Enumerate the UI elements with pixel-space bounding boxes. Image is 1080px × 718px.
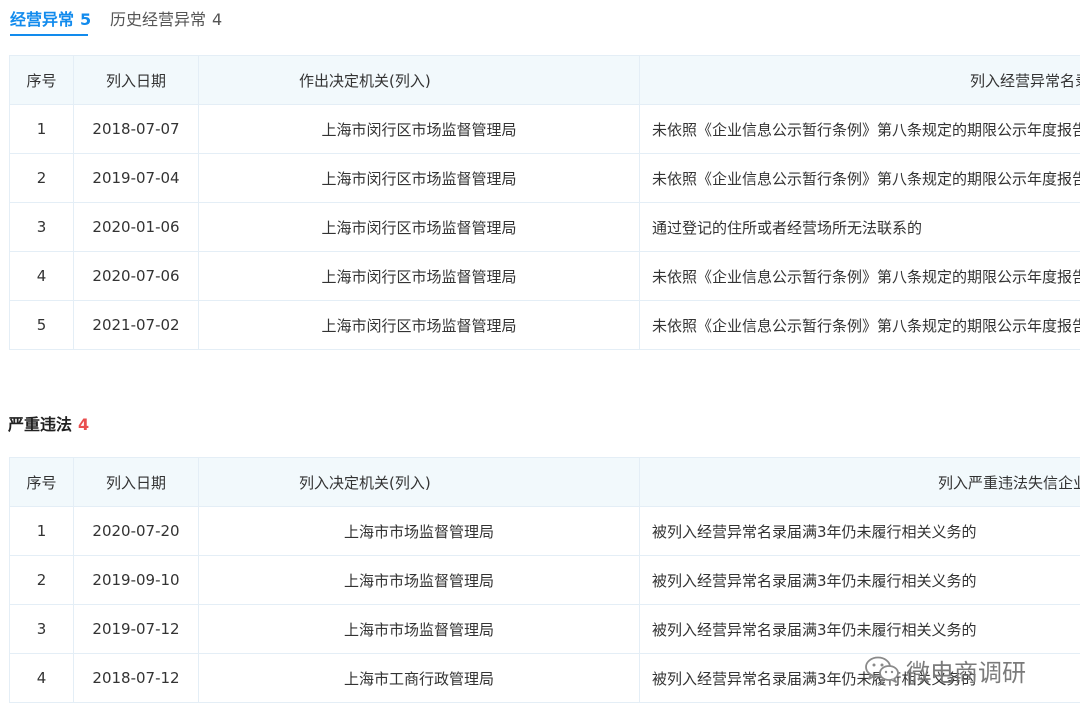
tab-count: 4 bbox=[212, 10, 223, 29]
cell-reason: 未依照《企业信息公示暂行条例》第八条规定的期限公示年度报告的 bbox=[639, 300, 1080, 350]
cell-date: 2020-01-06 bbox=[73, 202, 199, 252]
table-row: 1 2020-07-20 上海市市场监督管理局 被列入经营异常名录届满3年仍未履行相关… bbox=[9, 506, 1080, 556]
cell-index: 5 bbox=[9, 300, 74, 350]
cell-reason: 被列入经营异常名录届满3年仍未履行相关义务的 bbox=[639, 506, 1080, 556]
cell-date: 2018-07-12 bbox=[73, 653, 199, 703]
cell-authority: 上海市闵行区市场监督管理局 bbox=[198, 202, 640, 252]
active-tab-indicator bbox=[10, 34, 88, 36]
watermark: 微电商调研 bbox=[864, 652, 1026, 688]
tab-history-business-abnormal[interactable]: 历史经营异常 4 bbox=[110, 8, 222, 32]
cell-authority: 上海市闵行区市场监督管理局 bbox=[198, 251, 640, 301]
tab-business-abnormal[interactable]: 经营异常 5 bbox=[10, 8, 91, 32]
cell-date: 2020-07-06 bbox=[73, 251, 199, 301]
cell-authority: 上海市闵行区市场监督管理局 bbox=[198, 300, 640, 350]
table-row: 4 2020-07-06 上海市闵行区市场监督管理局 未依照《企业信息公示暂行条例》第… bbox=[9, 251, 1080, 301]
table-row: 2 2019-09-10 上海市市场监督管理局 被列入经营异常名录届满3年仍未履行相关… bbox=[9, 555, 1080, 605]
section-count: 4 bbox=[78, 415, 90, 434]
wechat-icon bbox=[865, 656, 899, 683]
table-header-row: 序号 列入日期 列入决定机关(列入) 列入严重违法失信企业名单原因 bbox=[9, 457, 1080, 507]
cell-index: 3 bbox=[9, 202, 74, 252]
table-body: 1 2018-07-07 上海市闵行区市场监督管理局 未依照《企业信息公示暂行条例》第… bbox=[9, 104, 1080, 350]
cell-date: 2019-07-12 bbox=[73, 604, 199, 654]
table-row: 2 2019-07-04 上海市闵行区市场监督管理局 未依照《企业信息公示暂行条例》第… bbox=[9, 153, 1080, 203]
watermark-text: 微电商调研 bbox=[906, 658, 1026, 687]
cell-authority: 上海市市场监督管理局 bbox=[198, 555, 640, 605]
cell-authority: 上海市闵行区市场监督管理局 bbox=[198, 104, 640, 154]
table-row: 3 2019-07-12 上海市市场监督管理局 被列入经营异常名录届满3年仍未履行相关… bbox=[9, 604, 1080, 654]
cell-authority: 上海市闵行区市场监督管理局 bbox=[198, 153, 640, 203]
header-date: 列入日期 bbox=[73, 457, 199, 507]
cell-index: 3 bbox=[9, 604, 74, 654]
cell-authority: 上海市工商行政管理局 bbox=[198, 653, 640, 703]
table-row: 1 2018-07-07 上海市闵行区市场监督管理局 未依照《企业信息公示暂行条例》第… bbox=[9, 104, 1080, 154]
page: 经营异常 5 历史经营异常 4 序号 列入日期 作出决定机关(列入) 列入经营异常名… bbox=[0, 0, 1080, 718]
tab-bar: 经营异常 5 历史经营异常 4 bbox=[0, 0, 1080, 40]
table-header-row: 序号 列入日期 作出决定机关(列入) 列入经营异常名录原因 bbox=[9, 55, 1080, 105]
cell-reason: 被列入经营异常名录届满3年仍未履行相关义务的 bbox=[639, 604, 1080, 654]
cell-date: 2019-09-10 bbox=[73, 555, 199, 605]
cell-reason: 未依照《企业信息公示暂行条例》第八条规定的期限公示年度报告的 bbox=[639, 104, 1080, 154]
cell-index: 4 bbox=[9, 653, 74, 703]
tab-count: 5 bbox=[80, 10, 92, 29]
cell-reason: 未依照《企业信息公示暂行条例》第八条规定的期限公示年度报告的 bbox=[639, 251, 1080, 301]
serious-violation-title: 严重违法 4 bbox=[8, 412, 89, 438]
section-title-text: 严重违法 bbox=[8, 415, 73, 434]
cell-index: 2 bbox=[9, 153, 74, 203]
cell-date: 2021-07-02 bbox=[73, 300, 199, 350]
tab-label: 历史经营异常 bbox=[110, 10, 207, 29]
header-authority: 作出决定机关(列入) bbox=[198, 55, 640, 105]
header-reason: 列入经营异常名录原因 bbox=[639, 55, 1080, 105]
cell-date: 2018-07-07 bbox=[73, 104, 199, 154]
cell-authority: 上海市市场监督管理局 bbox=[198, 604, 640, 654]
tab-label: 经营异常 bbox=[10, 10, 75, 29]
business-abnormal-table: 序号 列入日期 作出决定机关(列入) 列入经营异常名录原因 12018-07-0… bbox=[9, 55, 1080, 350]
cell-index: 4 bbox=[9, 251, 74, 301]
cell-index: 1 bbox=[9, 104, 74, 154]
cell-reason: 通过登记的住所或者经营场所无法联系的 bbox=[639, 202, 1080, 252]
header-reason: 列入严重违法失信企业名单原因 bbox=[639, 457, 1080, 507]
header-date: 列入日期 bbox=[73, 55, 199, 105]
header-authority: 列入决定机关(列入) bbox=[198, 457, 640, 507]
header-index: 序号 bbox=[9, 55, 74, 105]
cell-authority: 上海市市场监督管理局 bbox=[198, 506, 640, 556]
table-row: 3 2020-01-06 上海市闵行区市场监督管理局 通过登记的住所或者经营场所无法联… bbox=[9, 202, 1080, 252]
cell-reason: 未依照《企业信息公示暂行条例》第八条规定的期限公示年度报告的 bbox=[639, 153, 1080, 203]
cell-date: 2020-07-20 bbox=[73, 506, 199, 556]
header-index: 序号 bbox=[9, 457, 74, 507]
cell-reason: 被列入经营异常名录届满3年仍未履行相关义务的 bbox=[639, 555, 1080, 605]
cell-index: 1 bbox=[9, 506, 74, 556]
cell-date: 2019-07-04 bbox=[73, 153, 199, 203]
table-row: 5 2021-07-02 上海市闵行区市场监督管理局 未依照《企业信息公示暂行条例》第… bbox=[9, 300, 1080, 350]
cell-index: 2 bbox=[9, 555, 74, 605]
